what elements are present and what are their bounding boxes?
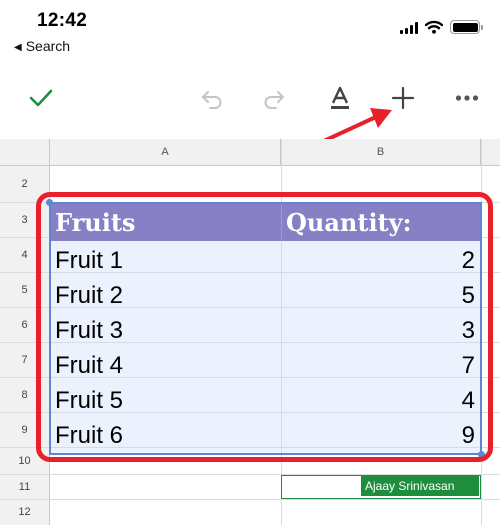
column-header-c[interactable] xyxy=(481,139,500,166)
undo-icon xyxy=(202,91,222,109)
spreadsheet-grid[interactable]: A B 2 3 4 5 6 7 8 9 10 11 12 Fruits Quan… xyxy=(0,139,500,525)
wifi-icon xyxy=(425,20,443,34)
cellular-signal-icon xyxy=(400,21,418,34)
column-header-b[interactable]: B xyxy=(281,139,481,166)
back-arrow-icon: ◀ xyxy=(14,42,22,53)
checkmark-icon xyxy=(29,89,53,107)
select-all-corner[interactable] xyxy=(0,139,50,166)
done-checkmark-button[interactable] xyxy=(26,83,56,113)
more-options-button[interactable] xyxy=(452,83,482,113)
annotation-highlight-box xyxy=(36,192,493,462)
status-icons xyxy=(400,20,483,34)
back-label: Search xyxy=(25,38,71,54)
more-icon xyxy=(455,95,479,101)
collaborator-name-tag: Ajaay Srinivasan xyxy=(361,476,479,496)
undo-button[interactable] xyxy=(197,83,227,113)
grid-line xyxy=(0,499,500,500)
battery-icon xyxy=(450,20,483,34)
row-header-11[interactable]: 11 xyxy=(0,474,50,499)
column-header-a[interactable]: A xyxy=(50,139,281,166)
status-time: 12:42 xyxy=(37,10,88,31)
row-header-12[interactable]: 12 xyxy=(0,499,50,525)
back-to-search-link[interactable]: ◀ Search xyxy=(14,38,70,54)
